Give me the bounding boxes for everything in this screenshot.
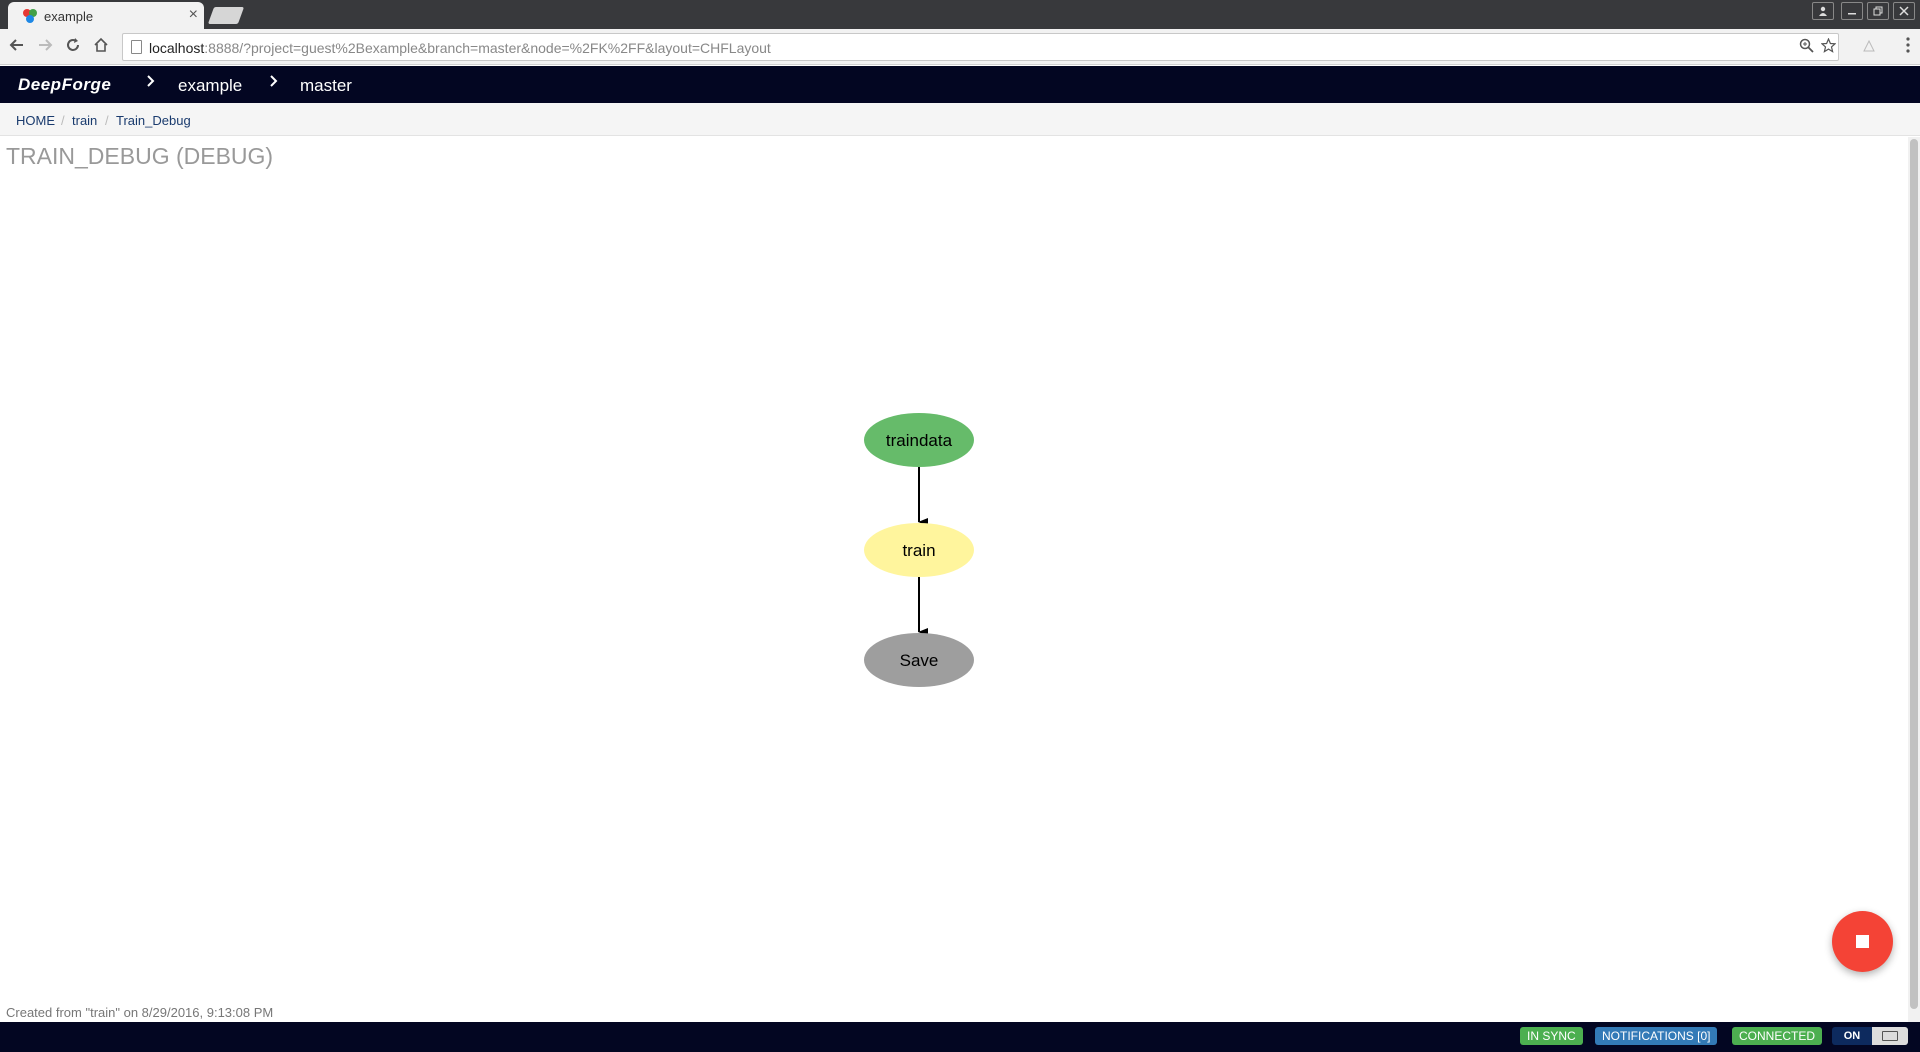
- keyboard-icon: [1882, 1031, 1898, 1041]
- minimize-icon[interactable]: [1841, 2, 1863, 20]
- forward-icon[interactable]: [34, 36, 56, 58]
- toggle-on-label: ON: [1832, 1027, 1872, 1045]
- breadcrumb-divider: /: [61, 113, 65, 128]
- breadcrumb-train[interactable]: train: [72, 113, 97, 128]
- app-navbar: DeepForge example master: [0, 66, 1920, 103]
- browser-menu-icon[interactable]: [1906, 37, 1910, 53]
- browser-tab[interactable]: example ×: [8, 2, 204, 29]
- brand-logo[interactable]: DeepForge: [18, 75, 111, 95]
- reload-icon[interactable]: [62, 36, 84, 58]
- node-label: Save: [900, 651, 939, 670]
- breadcrumb-divider: /: [105, 113, 109, 128]
- node-label: traindata: [886, 431, 953, 450]
- home-icon[interactable]: [90, 36, 112, 58]
- breadcrumb-home[interactable]: HOME: [16, 113, 55, 128]
- stop-icon: [1856, 935, 1869, 948]
- created-info: Created from "train" on 8/29/2016, 9:13:…: [6, 1005, 274, 1020]
- keyboard-toggle[interactable]: ON: [1832, 1027, 1908, 1045]
- status-bar: IN SYNC NOTIFICATIONS [0] CONNECTED ON: [0, 1022, 1920, 1052]
- node-train[interactable]: train: [864, 523, 974, 577]
- back-icon[interactable]: [6, 36, 28, 58]
- page-title: TRAIN_DEBUG (DEBUG): [6, 143, 274, 169]
- node-save[interactable]: Save: [864, 633, 974, 687]
- scrollbar-thumb[interactable]: [1910, 139, 1918, 1009]
- deepforge-favicon-icon: [23, 9, 37, 23]
- browser-tab-bar: example ×: [0, 0, 1920, 29]
- stop-execution-button[interactable]: [1832, 911, 1893, 972]
- sync-status-badge[interactable]: IN SYNC: [1520, 1027, 1583, 1045]
- restore-icon[interactable]: [1867, 2, 1889, 20]
- zoom-icon[interactable]: [1799, 38, 1814, 57]
- extension-icon[interactable]: [1858, 36, 1880, 58]
- tab-close-icon[interactable]: ×: [189, 6, 198, 24]
- close-window-icon[interactable]: [1893, 2, 1915, 20]
- url-text: localhost:8888/?project=guest%2Bexample&…: [149, 40, 771, 56]
- page-info-icon[interactable]: [131, 40, 142, 54]
- bookmark-star-icon[interactable]: [1820, 37, 1837, 57]
- node-traindata[interactable]: traindata: [864, 413, 974, 467]
- chevron-right-icon: [147, 74, 155, 92]
- project-selector[interactable]: example: [178, 76, 242, 96]
- breadcrumb-train-debug[interactable]: Train_Debug: [116, 113, 191, 128]
- node-label: train: [902, 541, 935, 560]
- toggle-off-side: [1872, 1027, 1908, 1045]
- new-tab-button[interactable]: [207, 7, 245, 24]
- branch-selector[interactable]: master: [300, 76, 352, 96]
- chevron-right-icon: [270, 74, 278, 92]
- connection-status-badge[interactable]: CONNECTED: [1732, 1027, 1823, 1045]
- pipeline-graph: traindata train Save: [864, 413, 974, 687]
- url-input[interactable]: localhost:8888/?project=guest%2Bexample&…: [122, 33, 1839, 61]
- profile-icon[interactable]: [1812, 2, 1834, 20]
- notifications-badge[interactable]: NOTIFICATIONS [0]: [1595, 1027, 1718, 1045]
- tab-title: example: [44, 9, 94, 24]
- breadcrumb: HOME / train / Train_Debug: [0, 103, 1920, 136]
- address-bar: localhost:8888/?project=guest%2Bexample&…: [0, 29, 1920, 65]
